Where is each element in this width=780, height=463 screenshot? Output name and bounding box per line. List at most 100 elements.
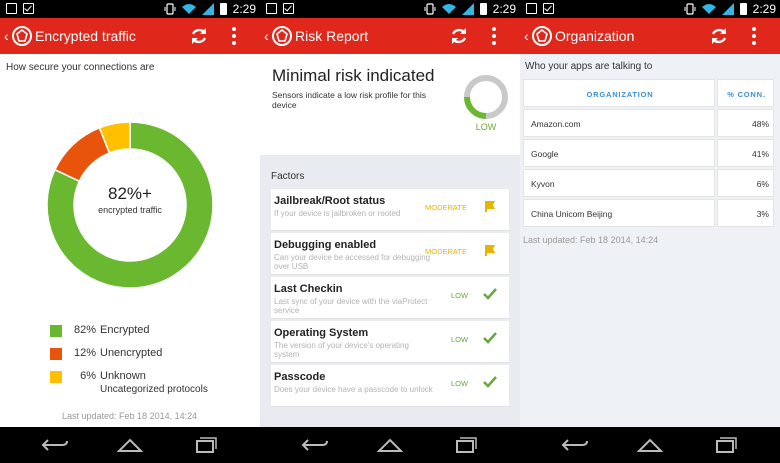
phone-screenshots: 2:29 ‹ Encrypted traffic How secure your… [0, 0, 780, 463]
organization-name: Kyvon [531, 179, 555, 189]
donut-center-caption: encrypted traffic [98, 205, 162, 215]
overflow-menu-icon[interactable] [751, 27, 757, 45]
connection-percent: 48% [751, 119, 769, 129]
factor-level: LOW [451, 379, 469, 388]
risk-headline: Minimal risk indicated [272, 66, 435, 85]
back-chevron-icon[interactable]: ‹ [524, 28, 529, 44]
factors-heading: Factors [271, 171, 305, 182]
factor-item[interactable]: Last Checkin Last sync of your device wi… [271, 277, 509, 319]
factor-name: Debugging enabled [274, 239, 377, 251]
nav-back-icon[interactable] [300, 436, 330, 454]
table-row[interactable]: Amazon.com 48% [523, 109, 774, 139]
factor-level: LOW [451, 291, 469, 300]
table-row[interactable]: Kyvon 6% [523, 169, 774, 199]
factor-item[interactable]: Passcode Does your device have a passcod… [271, 365, 509, 407]
risk-gauge [464, 75, 508, 119]
factor-level: LOW [451, 335, 469, 344]
donut-center-label: 82%+ encrypted traffic [47, 184, 213, 215]
overflow-menu-icon[interactable] [231, 27, 237, 45]
factor-name: Jailbreak/Root status [274, 195, 386, 207]
status-bar: 2:29 [0, 0, 260, 18]
last-updated-text: Last updated: Feb 18 2014, 14:24 [62, 411, 198, 421]
task-check-icon [23, 3, 34, 14]
status-time: 2:29 [492, 2, 516, 16]
wifi-icon [441, 4, 456, 14]
vibrate-icon [424, 3, 436, 15]
signal-icon [461, 3, 474, 15]
vibrate-icon [164, 3, 176, 15]
factor-name: Passcode [274, 371, 326, 383]
organization-screen: 2:29 ‹ Organization Who your apps are ta… [520, 0, 780, 463]
column-header-conn[interactable]: % CONN. [718, 90, 775, 99]
section-caption: Who your apps are talking to [525, 61, 653, 72]
flag-icon [485, 245, 495, 256]
check-icon [483, 288, 497, 300]
battery-icon [739, 3, 747, 15]
legend-swatch [50, 325, 62, 337]
factor-item[interactable]: Debugging enabled Can your device be acc… [271, 233, 509, 275]
risk-report-screen: 2:29 ‹ Risk Report Minimal risk indicate… [260, 0, 520, 463]
table-row[interactable]: China Unicom Beijing 3% [523, 199, 774, 229]
factors-panel: Factors Jailbreak/Root status If your de… [260, 155, 520, 427]
nav-recents-icon[interactable] [450, 436, 480, 454]
nav-back-icon[interactable] [40, 436, 70, 454]
app-bar-title: Organization [555, 28, 635, 44]
donut-center-value: 82%+ [108, 184, 152, 203]
nav-home-icon[interactable] [115, 436, 145, 454]
factor-item[interactable]: Operating System The version of your dev… [271, 321, 509, 363]
notification-icon [266, 3, 277, 14]
flag-icon [485, 201, 495, 212]
battery-icon [479, 3, 487, 15]
connection-percent: 3% [756, 209, 769, 219]
nav-bar [0, 427, 260, 463]
app-logo-icon[interactable] [11, 25, 33, 47]
app-bar: ‹ Risk Report [260, 18, 520, 54]
donut-slice-unencrypted [53, 126, 111, 183]
nav-recents-icon[interactable] [190, 436, 220, 454]
check-icon [483, 376, 497, 388]
refresh-icon[interactable] [448, 25, 470, 47]
wifi-icon [701, 4, 716, 14]
task-check-icon [543, 3, 554, 14]
section-caption: How secure your connections are [6, 62, 155, 73]
app-bar-title: Encrypted traffic [35, 28, 136, 44]
organization-name: Amazon.com [531, 119, 581, 129]
battery-icon [219, 3, 227, 15]
column-header-organization[interactable]: ORGANIZATION [524, 90, 716, 99]
overflow-menu-icon[interactable] [491, 27, 497, 45]
status-bar: 2:29 [520, 0, 780, 18]
notification-icon [526, 3, 537, 14]
organization-content: Who your apps are talking to ORGANIZATIO… [520, 54, 780, 427]
nav-recents-icon[interactable] [710, 436, 740, 454]
app-logo-icon[interactable] [271, 25, 293, 47]
app-logo-icon[interactable] [531, 25, 553, 47]
legend-swatch [50, 371, 62, 383]
status-bar: 2:29 [260, 0, 520, 18]
organization-name: Google [531, 149, 559, 159]
organization-table: ORGANIZATION % CONN. Amazon.com 48% Googl… [523, 79, 774, 229]
nav-back-icon[interactable] [560, 436, 590, 454]
last-updated-text: Last updated: Feb 18 2014, 14:24 [523, 235, 659, 245]
nav-home-icon[interactable] [635, 436, 665, 454]
legend-swatch [50, 348, 62, 360]
legend-percent: 12% [73, 347, 96, 359]
factor-description: Can your device be accessed for debuggin… [274, 253, 431, 271]
status-time: 2:29 [752, 2, 776, 16]
status-time: 2:29 [232, 2, 256, 16]
table-row[interactable]: Google 41% [523, 139, 774, 169]
organization-name: China Unicom Beijing [531, 209, 613, 219]
app-bar: ‹ Organization [520, 18, 780, 54]
factor-item[interactable]: Jailbreak/Root status If your device is … [271, 189, 509, 231]
legend-percent: 82% [73, 324, 96, 336]
nav-home-icon[interactable] [375, 436, 405, 454]
refresh-icon[interactable] [708, 25, 730, 47]
notification-icon [6, 3, 17, 14]
factor-description: If your device is jailbroken or rooted [274, 209, 401, 218]
back-chevron-icon[interactable]: ‹ [4, 28, 9, 44]
refresh-icon[interactable] [188, 25, 210, 47]
factor-name: Operating System [274, 327, 369, 339]
factor-description: The version of your device's operating s… [274, 341, 409, 359]
nav-bar [260, 427, 520, 463]
signal-icon [721, 3, 734, 15]
back-chevron-icon[interactable]: ‹ [264, 28, 269, 44]
